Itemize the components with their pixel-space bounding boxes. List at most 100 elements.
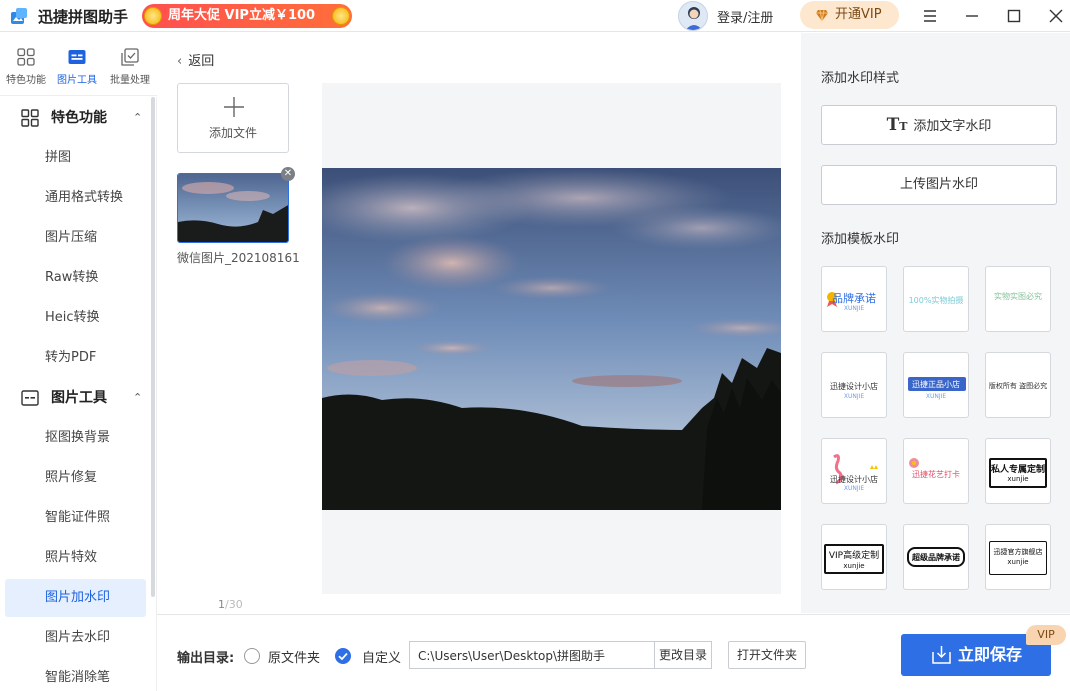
add-text-watermark-button[interactable]: TT 添加文字水印 [821,105,1057,145]
image-tool-icon [21,390,39,406]
login-link[interactable]: 登录/注册 [717,7,773,26]
change-directory-button[interactable]: 更改目录 [654,641,712,669]
sidebar-item-cutout[interactable]: 抠图换背景 [5,419,146,457]
diamond-icon [816,9,828,22]
watermark-template-vip-custom[interactable]: VIP高级定制 xunjie [821,524,887,590]
template-text: 迅捷正品小店 [912,380,960,389]
upload-image-watermark-button[interactable]: 上传图片水印 [821,165,1057,205]
template-text: 迅捷设计小店 [830,475,878,484]
chevron-left-icon: ‹ [177,54,183,69]
vip-button[interactable]: 开通VIP [800,1,899,29]
section-featured[interactable]: 特色功能 ⌃ [0,98,150,138]
image-tool-icon [68,50,86,64]
template-text: 迅捷花艺打卡 [912,470,960,479]
section-title: 特色功能 [51,110,107,126]
tab-label: 批量处理 [110,75,150,86]
sidebar-item-heic[interactable]: Heic转换 [5,299,146,337]
watermark-template-flower-checkin[interactable]: 迅捷花艺打卡 [903,438,969,504]
sidebar-item-add-watermark[interactable]: 图片加水印 [5,579,146,617]
add-text-watermark-label: 添加文字水印 [913,119,992,134]
template-subtext: XUNJIE [843,305,865,312]
preview-image[interactable] [322,168,781,510]
grid-icon [21,109,39,127]
sidebar-scrollbar[interactable] [151,97,155,597]
template-subtext: XUNJIE [843,485,865,492]
radio-custom-label[interactable]: 自定义 [362,647,401,666]
template-text: 迅捷设计小店 [830,382,878,391]
output-path-input[interactable] [409,641,655,669]
watermark-template-official-store[interactable]: 迅捷官方旗舰店 xunjie [985,524,1051,590]
sidebar-item-eraser[interactable]: 智能消除笔 [5,659,146,691]
radio-custom-folder[interactable] [335,648,351,664]
sidebar-item-format-convert[interactable]: 通用格式转换 [5,179,146,217]
page-current: 1 [218,598,225,611]
title-bar: 迅捷拼图助手 周年大促 VIP立减￥100 登录/注册 开通VIP [0,0,1070,32]
maximize-icon[interactable] [1004,6,1024,26]
back-button[interactable]: ‹ 返回 [177,50,214,69]
page-total: /30 [225,598,243,611]
text-format-icon: TT [886,115,908,135]
template-text: 私人专属定制 [990,465,1045,475]
watermark-template-genuine-shop[interactable]: 迅捷正品小店 XUNJIE [903,352,969,418]
app-title: 迅捷拼图助手 [38,8,129,26]
sidebar-item-photo-repair[interactable]: 照片修复 [5,459,146,497]
sidebar-item-pdf[interactable]: 转为PDF [5,339,146,377]
minimize-icon[interactable] [962,6,982,26]
sidebar-item-raw[interactable]: Raw转换 [5,259,146,297]
radio-original-label[interactable]: 原文件夹 [268,647,320,666]
batch-icon [121,48,139,66]
thumbnail-image [178,174,288,242]
template-subtext: XUNJIE [925,393,947,400]
watermark-style-title: 添加水印样式 [821,71,900,86]
watermark-template-copyright[interactable]: 版权所有 盗图必究 [985,352,1051,418]
template-subtext: xunjie [1007,558,1029,566]
preview-photo [322,168,781,510]
avatar[interactable] [678,1,708,31]
open-folder-button[interactable]: 打开文件夹 [728,641,806,669]
back-label: 返回 [188,54,215,69]
flamingo-icon [833,454,878,485]
template-text: 实物实图必究 [994,292,1042,301]
template-subtext: xunjie [1007,475,1029,483]
check-icon [338,652,348,661]
tab-batch[interactable]: 批量处理 [104,33,156,96]
template-subtext: xunjie [843,562,865,570]
section-title: 图片工具 [51,390,107,406]
sidebar-item-collage[interactable]: 拼图 [5,139,146,177]
sidebar-item-compress[interactable]: 图片压缩 [5,219,146,257]
image-thumbnail[interactable] [177,173,289,243]
left-tab-bar: 特色功能 图片工具 批量处理 [0,33,157,96]
save-label: 立即保存 [958,645,1023,664]
add-file-button[interactable]: 添加文件 [177,83,289,153]
chevron-up-icon: ⌃ [133,111,143,124]
template-text: 100%实物拍摄 [908,296,964,305]
sidebar-item-id-photo[interactable]: 智能证件照 [5,499,146,537]
section-image-tools[interactable]: 图片工具 ⌃ [0,378,150,418]
tab-featured[interactable]: 特色功能 [0,33,52,96]
watermark-template-real-shot[interactable]: 100%实物拍摄 [903,266,969,332]
watermark-template-real-image[interactable]: 实物实图必究 [985,266,1051,332]
thumbnail-filename: 微信图片_202108161... [177,251,301,265]
close-icon[interactable] [1046,6,1066,26]
watermark-template-brand-promise[interactable]: 品牌承诺 XUNJIE [821,266,887,332]
sidebar-item-effects[interactable]: 照片特效 [5,539,146,577]
watermark-template-super-brand[interactable]: 超级品牌承诺 [903,524,969,590]
tab-label: 图片工具 [57,75,97,86]
radio-original-folder[interactable] [244,648,260,664]
template-text: 超级品牌承诺 [912,553,960,562]
plus-icon [224,97,244,117]
sidebar-item-remove-watermark[interactable]: 图片去水印 [5,619,146,657]
promo-banner[interactable]: 周年大促 VIP立减￥100 [142,4,352,28]
watermark-template-design-shop-flamingo[interactable]: 迅捷设计小店 XUNJIE [821,438,887,504]
coin-icon [332,7,350,25]
vip-button-label: 开通VIP [835,7,882,22]
coin-icon [144,7,162,25]
watermark-template-design-shop[interactable]: 迅捷设计小店 XUNJIE [821,352,887,418]
template-text: VIP高级定制 [828,551,880,561]
tab-image-tools[interactable]: 图片工具 [51,33,103,96]
watermark-template-private-custom[interactable]: 私人专属定制 xunjie [985,438,1051,504]
vip-badge: VIP [1026,625,1066,645]
remove-image-icon[interactable]: ✕ [281,167,295,181]
page-indicator: 1/30 [218,598,243,611]
menu-icon[interactable] [920,6,940,26]
